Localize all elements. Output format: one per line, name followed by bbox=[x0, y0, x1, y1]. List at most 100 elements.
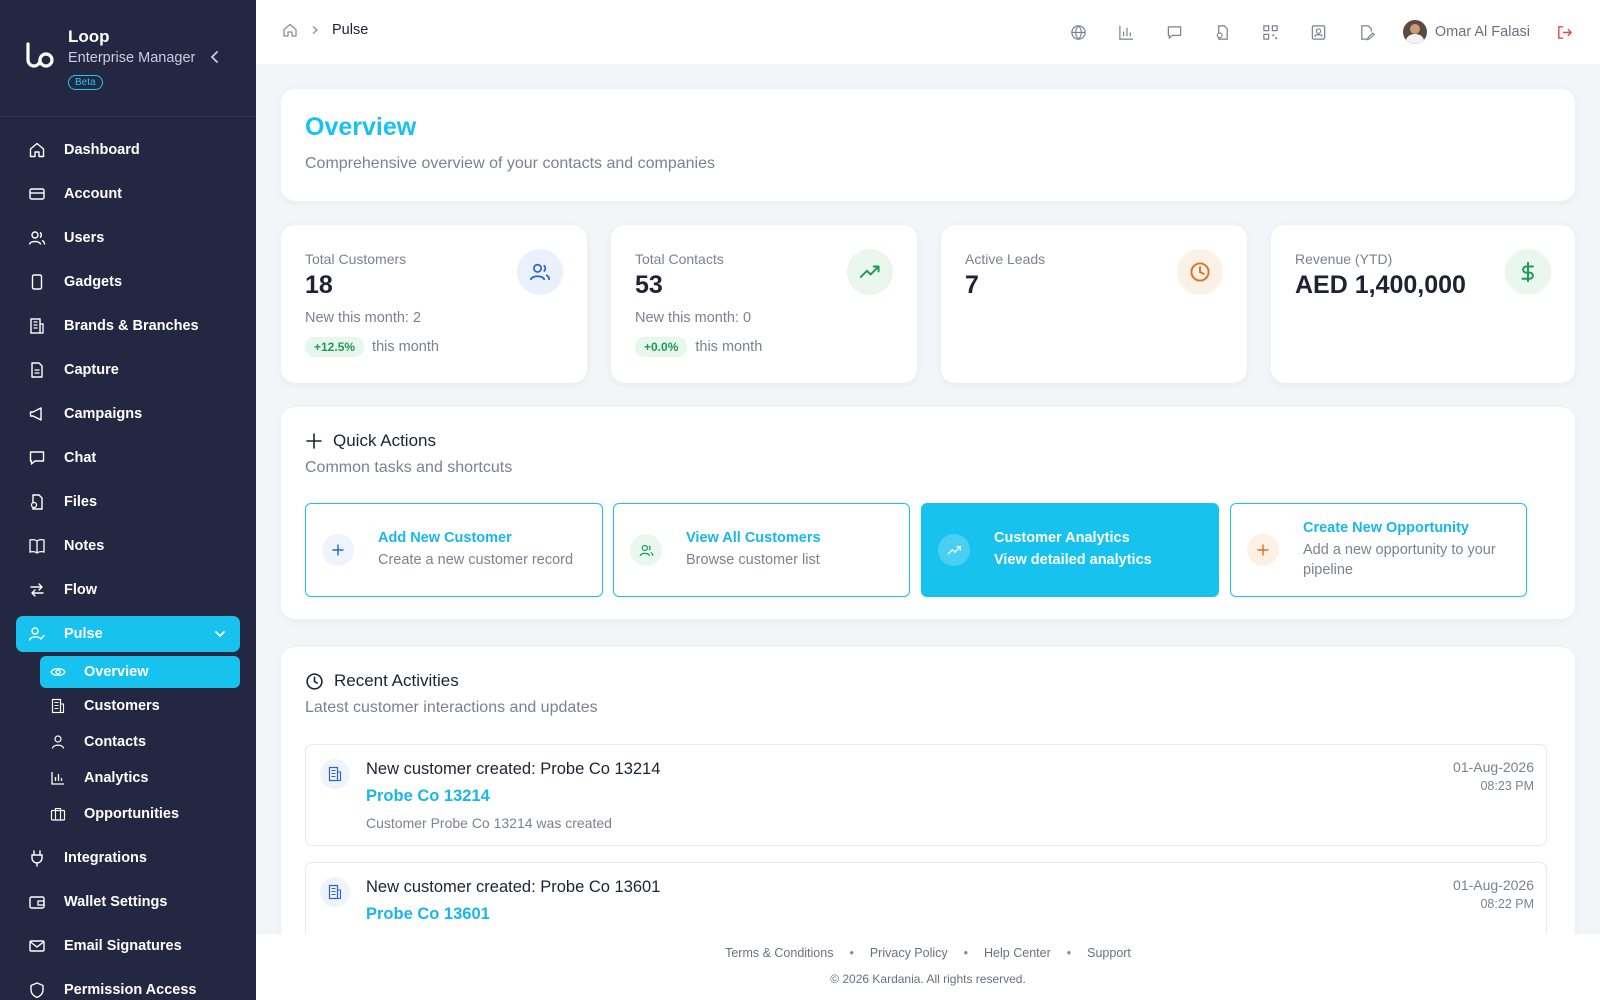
footer-link-privacy[interactable]: Privacy Policy bbox=[870, 946, 948, 960]
section-title: Quick Actions bbox=[333, 431, 436, 450]
activity-description: Customer Probe Co 13214 was created bbox=[366, 815, 612, 831]
qa-icon-wrap bbox=[1247, 534, 1279, 566]
activity-customer-link[interactable]: Probe Co 13601 bbox=[366, 905, 490, 924]
sidebar-item-brands[interactable]: Brands & Branches bbox=[0, 304, 256, 348]
customer-analytics-button[interactable]: Customer Analytics View detailed analytic… bbox=[921, 503, 1219, 597]
sidebar-item-capture[interactable]: Capture bbox=[0, 348, 256, 392]
activity-item[interactable]: New customer created: Probe Co 13214 Pro… bbox=[305, 744, 1547, 846]
stat-icon-wrap bbox=[517, 249, 563, 295]
globe-button[interactable] bbox=[1065, 18, 1093, 46]
files-button[interactable] bbox=[1209, 18, 1237, 46]
sidebar-subitem-opportunities[interactable]: Opportunities bbox=[0, 796, 256, 832]
sidebar-item-wallet-settings[interactable]: Wallet Settings bbox=[0, 880, 256, 924]
collapse-sidebar-icon[interactable] bbox=[208, 50, 222, 64]
megaphone-icon bbox=[29, 407, 42, 421]
activity-date: 01-Aug-2026 bbox=[1453, 759, 1534, 775]
users-icon bbox=[639, 544, 653, 556]
sidebar-item-email-signatures[interactable]: Email Signatures bbox=[0, 924, 256, 968]
add-new-customer-button[interactable]: Add New Customer Create a new customer re… bbox=[305, 503, 603, 597]
sidebar-subitem-analytics[interactable]: Analytics bbox=[0, 760, 256, 796]
sidebar-item-account[interactable]: Account bbox=[0, 172, 256, 216]
recent-activities-subtitle: Latest customer interactions and updates bbox=[305, 699, 598, 716]
footer-link-support[interactable]: Support bbox=[1087, 946, 1131, 960]
create-new-opportunity-button[interactable]: Create New Opportunity Add a new opportun… bbox=[1230, 503, 1527, 597]
sidebar-item-notes[interactable]: Notes bbox=[0, 524, 256, 568]
clock-icon bbox=[1190, 262, 1210, 282]
chat-icon bbox=[29, 451, 45, 465]
activity-item[interactable]: New customer created: Probe Co 13601 Pro… bbox=[305, 862, 1547, 934]
sidebar-item-dashboard[interactable]: Dashboard bbox=[0, 128, 256, 172]
chat-icon bbox=[1168, 25, 1182, 39]
separator-dot: • bbox=[849, 946, 854, 960]
sidebar-subitem-label: Opportunities bbox=[84, 806, 180, 822]
plus-icon bbox=[1257, 544, 1269, 556]
building-icon bbox=[51, 698, 65, 714]
overview-header-card: Overview Comprehensive overview of your … bbox=[281, 89, 1575, 201]
sidebar-subitem-customers[interactable]: Customers bbox=[0, 688, 256, 724]
sidebar-item-campaigns[interactable]: Campaigns bbox=[0, 392, 256, 436]
sidebar-item-label: Flow bbox=[64, 582, 98, 598]
notes-button[interactable] bbox=[1353, 18, 1381, 46]
sidebar-item-users[interactable]: Users bbox=[0, 216, 256, 260]
activity-icon-wrap bbox=[320, 759, 350, 789]
qa-title: Add New Customer bbox=[378, 530, 512, 546]
quick-actions-title: Quick Actions bbox=[305, 431, 436, 451]
plus-icon bbox=[332, 544, 344, 556]
users-icon bbox=[28, 231, 46, 245]
plug-icon bbox=[31, 850, 43, 867]
sidebar-item-flow[interactable]: Flow bbox=[0, 568, 256, 612]
view-all-customers-button[interactable]: View All Customers Browse customer list bbox=[613, 503, 910, 597]
analytics-button[interactable] bbox=[1113, 18, 1141, 46]
sidebar-item-label: Email Signatures bbox=[64, 938, 182, 954]
trend-suffix: this month bbox=[372, 339, 439, 355]
qr-code-button[interactable] bbox=[1257, 18, 1285, 46]
activity-customer-link[interactable]: Probe Co 13214 bbox=[366, 787, 490, 806]
sidebar-item-gadgets[interactable]: Gadgets bbox=[0, 260, 256, 304]
sidebar-item-files[interactable]: Files bbox=[0, 480, 256, 524]
sidebar-nav: Dashboard Account Users Gadgets Brands &… bbox=[0, 128, 256, 1000]
activity-icon-wrap bbox=[320, 877, 350, 907]
sidebar-item-label: Integrations bbox=[64, 850, 147, 866]
qa-title: Customer Analytics bbox=[994, 530, 1130, 546]
chevron-down-icon bbox=[215, 631, 225, 638]
sidebar-subitem-contacts[interactable]: Contacts bbox=[0, 724, 256, 760]
sidebar-subitem-overview[interactable]: Overview bbox=[40, 656, 240, 688]
sidebar-item-label: Dashboard bbox=[64, 142, 140, 158]
copyright: © 2026 Kardania. All rights reserved. bbox=[830, 972, 1026, 986]
chat-button[interactable] bbox=[1161, 18, 1189, 46]
activity-timestamp: 01-Aug-2026 08:22 PM bbox=[1453, 877, 1534, 911]
top-toolbar: Omar Al Falasi bbox=[1045, 18, 1578, 46]
breadcrumb: Pulse bbox=[282, 22, 368, 38]
stat-card-total-contacts: Total Contacts 53 New this month: 0 +0.0… bbox=[611, 225, 917, 383]
user-name: Omar Al Falasi bbox=[1434, 24, 1530, 40]
sidebar: Loop Enterprise Manager Beta Dashboard A… bbox=[0, 0, 256, 1000]
bar-chart-icon bbox=[1119, 25, 1134, 40]
eye-icon bbox=[50, 667, 66, 677]
recent-activities-title: Recent Activities bbox=[305, 671, 459, 691]
stat-trend: +12.5% this month bbox=[305, 337, 439, 357]
footer-links: Terms & Conditions • Privacy Policy • He… bbox=[256, 946, 1600, 960]
activity-timestamp: 01-Aug-2026 08:23 PM bbox=[1453, 759, 1534, 793]
sidebar-subitem-label: Analytics bbox=[84, 770, 149, 786]
beta-badge: Beta bbox=[68, 75, 103, 90]
qa-desc: Add a new opportunity to your pipeline bbox=[1303, 542, 1496, 578]
home-icon[interactable] bbox=[282, 22, 298, 38]
sidebar-item-pulse[interactable]: Pulse bbox=[16, 616, 240, 652]
files-icon bbox=[1217, 24, 1229, 40]
sidebar-item-integrations[interactable]: Integrations bbox=[0, 836, 256, 880]
user-menu[interactable]: Omar Al Falasi bbox=[1402, 20, 1530, 44]
globe-icon bbox=[1071, 24, 1087, 40]
dollar-icon bbox=[1521, 261, 1534, 283]
sidebar-item-permission-access[interactable]: Permission Access bbox=[0, 968, 256, 1000]
separator-dot: • bbox=[1066, 946, 1072, 960]
footer-link-help[interactable]: Help Center bbox=[984, 946, 1051, 960]
footer-link-terms[interactable]: Terms & Conditions bbox=[725, 946, 833, 960]
bar-chart-icon bbox=[51, 772, 64, 785]
sidebar-item-chat[interactable]: Chat bbox=[0, 436, 256, 480]
contact-card-button[interactable] bbox=[1305, 18, 1333, 46]
logout-button[interactable] bbox=[1550, 18, 1578, 46]
activity-time: 08:23 PM bbox=[1480, 779, 1534, 793]
trending-up-icon bbox=[947, 545, 961, 554]
clock-icon bbox=[306, 672, 323, 690]
stat-card-active-leads: Active Leads 7 bbox=[941, 225, 1247, 383]
